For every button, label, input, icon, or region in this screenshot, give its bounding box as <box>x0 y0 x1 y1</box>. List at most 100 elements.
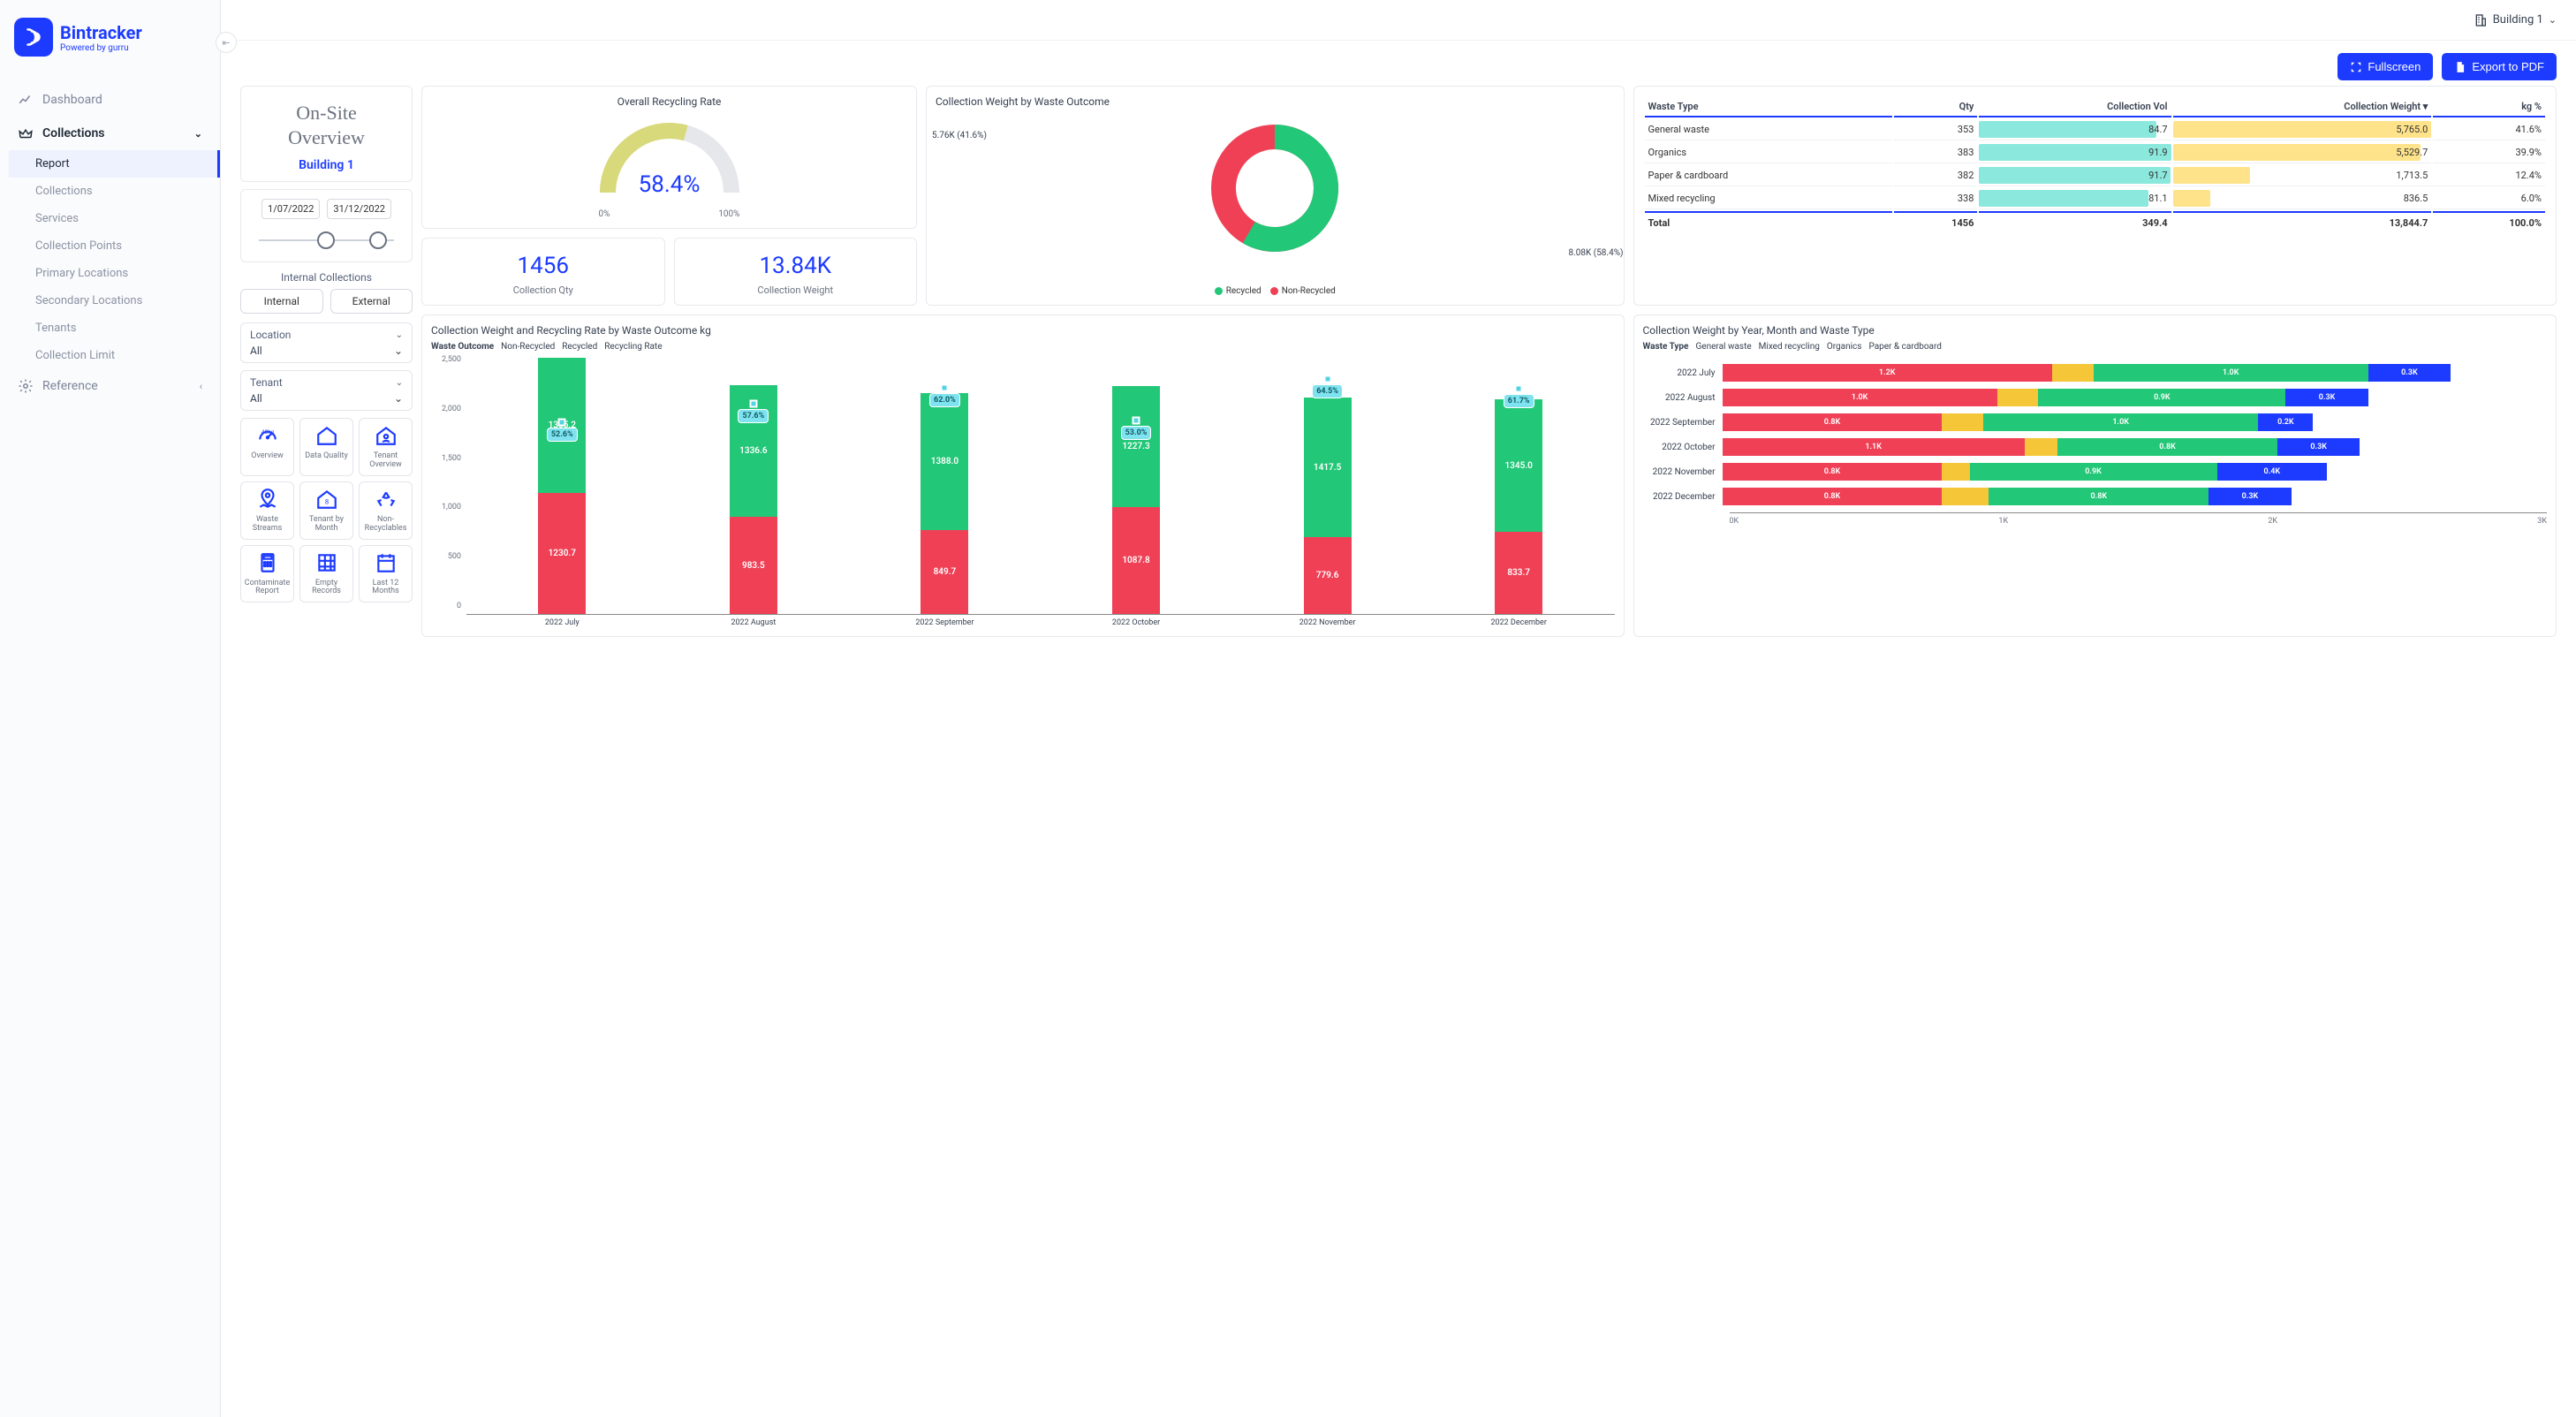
internal-external-panel: Internal Collections Internal External <box>240 269 413 315</box>
subnav-secondary[interactable]: Secondary Locations <box>9 287 220 314</box>
sidebar: Bintracker Powered by gurru Dashboard Co… <box>0 0 221 1417</box>
donut-label-rec: 8.08K (58.4%) <box>1569 248 1624 258</box>
col-qty[interactable]: Qty <box>1894 97 1977 117</box>
hbar-row[interactable]: 2022 August1.0K0.9K0.3K <box>1643 389 2548 406</box>
chevron-down-icon: ⌄ <box>396 330 403 340</box>
logo: Bintracker Powered by gurru <box>0 12 220 83</box>
sort-desc-icon: ▾ <box>2423 101 2428 112</box>
house-icon <box>314 424 340 447</box>
chart-column[interactable]: 52.6% 1230.7 1365.2 <box>466 359 658 614</box>
building-name: Building 1 <box>2493 13 2543 27</box>
topbar: Building 1 ⌄ <box>221 0 2576 41</box>
chart-column[interactable]: 61.7% 833.7 1345.0 <box>1423 359 1615 614</box>
stat-label: Collection Weight <box>680 284 912 296</box>
date-from[interactable]: 1/07/2022 <box>261 199 320 219</box>
chart-column[interactable]: 53.0% 1087.8 1227.3 <box>1041 359 1232 614</box>
building-icon <box>2474 13 2488 27</box>
tile-overview[interactable]: 48kgOverview <box>240 418 294 476</box>
recycle-icon <box>373 488 399 511</box>
sidebar-collapse-button[interactable]: ⇤ <box>216 32 237 53</box>
date-to[interactable]: 31/12/2022 <box>327 199 391 219</box>
chevron-down-icon: ⌄ <box>394 345 403 357</box>
tile-tenant-month[interactable]: 8Tenant by Month <box>299 481 353 540</box>
chart-column[interactable]: 57.6% 983.5 1336.6 <box>658 359 850 614</box>
nav-reference[interactable]: Reference ‹ <box>0 369 220 403</box>
slider-handle-to[interactable] <box>369 231 387 249</box>
subnav-points[interactable]: Collection Points <box>9 232 220 260</box>
hbar-row[interactable]: 2022 December0.8K0.8K0.3K <box>1643 488 2548 505</box>
hbar-row[interactable]: 2022 October1.1K0.8K0.3K <box>1643 438 2548 456</box>
tile-waste-streams[interactable]: Waste Streams <box>240 481 294 540</box>
fullscreen-button[interactable]: Fullscreen <box>2337 53 2433 80</box>
stat-qty: 1456 Collection Qty <box>421 238 665 306</box>
tile-data-quality[interactable]: Data Quality <box>299 418 353 476</box>
stat-value: 1456 <box>428 253 659 279</box>
location-filter[interactable]: Location⌄ All⌄ <box>240 322 413 363</box>
table-row[interactable]: Paper & cardboard382 91.7 1,713.5 12.4% <box>1645 165 2546 186</box>
toggle-external[interactable]: External <box>330 289 413 314</box>
waste-table-panel: Waste Type Qty Collection Vol Collection… <box>1633 86 2557 306</box>
nav-label: Reference <box>42 379 98 393</box>
panel-title: Overall Recycling Rate <box>431 95 907 108</box>
table-row[interactable]: Organics383 91.9 5,529.7 39.9% <box>1645 142 2546 163</box>
stat-weight: 13.84K Collection Weight <box>674 238 918 306</box>
nav-dashboard[interactable]: Dashboard <box>0 83 220 117</box>
export-pdf-button[interactable]: Export to PDF <box>2442 53 2557 80</box>
toggle-internal[interactable]: Internal <box>240 289 323 314</box>
gauge-icon: 48kg <box>254 424 281 447</box>
table-row[interactable]: General waste353 84.7 5,765.0 41.6% <box>1645 119 2546 140</box>
table-row[interactable]: Mixed recycling338 81.1 836.5 6.0% <box>1645 188 2546 209</box>
subnav-primary[interactable]: Primary Locations <box>9 260 220 287</box>
chart-line-icon <box>18 92 34 108</box>
building-selector[interactable]: Building 1 ⌄ <box>2474 13 2557 27</box>
house-user-icon <box>373 424 399 447</box>
monthly-legend: Waste Type General waste Mixed recycling… <box>1643 342 2548 352</box>
date-range-panel: 1/07/2022 31/12/2022 <box>240 189 413 262</box>
overview-building: Building 1 <box>250 158 403 172</box>
slider-handle-from[interactable] <box>317 231 335 249</box>
button-label: Fullscreen <box>2368 60 2421 73</box>
tile-last-12[interactable]: Last 12 Months <box>359 545 413 603</box>
combo-legend: Waste Outcome Non-Recycled Recycled Recy… <box>431 342 1615 352</box>
overview-title: On-SiteOverview <box>250 95 403 158</box>
hbar-row[interactable]: 2022 September0.8K1.0K0.2K <box>1643 413 2548 431</box>
subnav-report[interactable]: Report <box>9 150 220 178</box>
tile-non-recyclables[interactable]: Non-Recyclables <box>359 481 413 540</box>
grid-icon <box>314 551 340 574</box>
tenant-filter[interactable]: Tenant⌄ All⌄ <box>240 370 413 411</box>
logo-icon <box>14 18 53 57</box>
chart-column[interactable]: 62.0% 849.7 1388.0 <box>849 359 1041 614</box>
chevron-down-icon: ⌄ <box>396 378 403 388</box>
subnav-limit[interactable]: Collection Limit <box>9 342 220 369</box>
subnav-services[interactable]: Services <box>9 205 220 232</box>
gauge-value: 58.4% <box>639 171 701 198</box>
chart-column[interactable]: 64.5% 779.6 1417.5 <box>1231 359 1423 614</box>
panel-title: Collection Weight by Waste Outcome <box>936 95 1615 108</box>
nav-collections[interactable]: Collections ⌄ <box>0 117 220 150</box>
gauge-panel: Overall Recycling Rate 58.4% 0%100% <box>421 86 917 229</box>
report-tiles: 48kgOverview Data Quality Tenant Overvie… <box>240 418 413 602</box>
app-name: Bintracker <box>60 22 142 43</box>
tile-tenant-overview[interactable]: Tenant Overview <box>359 418 413 476</box>
hbar-row[interactable]: 2022 November0.8K0.9K0.4K <box>1643 463 2548 481</box>
col-kgp[interactable]: kg % <box>2433 97 2545 117</box>
calendar-icon <box>373 551 399 574</box>
panel-title: Collection Weight by Year, Month and Was… <box>1643 324 2548 337</box>
subnav-tenants[interactable]: Tenants <box>9 314 220 342</box>
col-vol[interactable]: Collection Vol <box>1979 97 2171 117</box>
col-type[interactable]: Waste Type <box>1645 97 1892 117</box>
subnav-collections[interactable]: Collections <box>9 178 220 205</box>
nav-label: Collections <box>42 126 104 140</box>
date-slider[interactable] <box>250 228 403 253</box>
subnav-collections: Report Collections Services Collection P… <box>0 150 220 369</box>
filter-label: Tenant <box>250 376 283 389</box>
chevron-down-icon: ⌄ <box>394 392 403 405</box>
col-wt[interactable]: Collection Weight ▾ <box>2173 97 2432 117</box>
monthly-chart-panel: Collection Weight by Year, Month and Was… <box>1633 314 2557 637</box>
overview-header-panel: On-SiteOverview Building 1 <box>240 86 413 182</box>
tile-empty-records[interactable]: Empty Records <box>299 545 353 603</box>
tile-contaminate[interactable]: Contaminate Report <box>240 545 294 603</box>
filter-label: Location <box>250 329 291 341</box>
stat-value: 13.84K <box>680 253 912 279</box>
hbar-row[interactable]: 2022 July1.2K1.0K0.3K <box>1643 364 2548 382</box>
